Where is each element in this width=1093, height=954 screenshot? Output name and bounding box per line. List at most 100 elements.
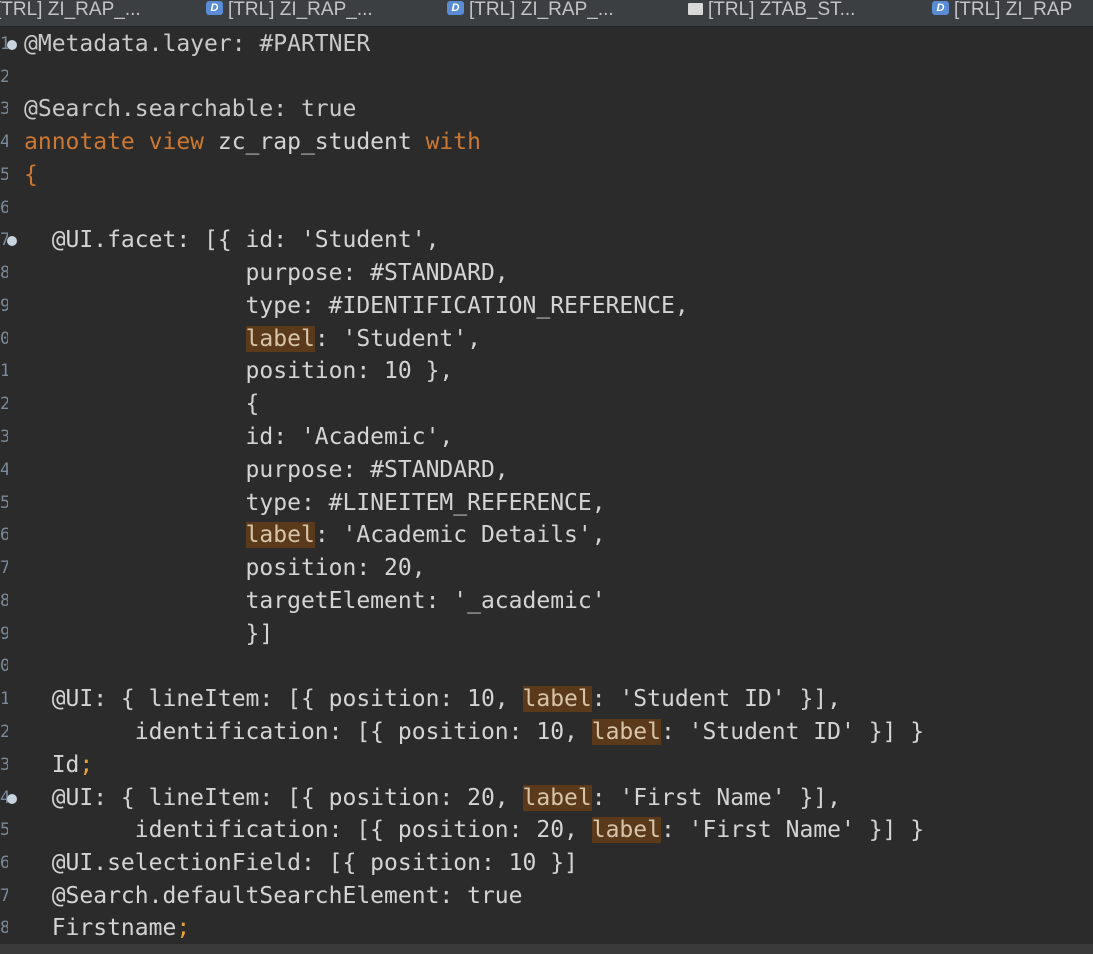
code-line: 2 { (0, 388, 1093, 421)
code-text: @Search.searchable: true (24, 96, 357, 122)
fold-marker-icon[interactable] (7, 236, 17, 246)
code-text: id: 'Academic', (24, 424, 454, 450)
code-rest: : 'Academic Details', (314, 522, 606, 548)
code-text: @UI: { lineItem: [{ position: 20, label:… (24, 782, 841, 815)
keyword: with (425, 129, 481, 155)
code-text: { (24, 391, 260, 417)
line-number: 6 (0, 525, 8, 545)
line-number: 6 (0, 198, 8, 218)
editor-tab-3[interactable]: D [TRL] ZI_RAP_... (447, 0, 614, 26)
editor-tab-1[interactable]: [TRL] ZI_RAP_... (0, 0, 141, 26)
keyword: annotate view (24, 129, 205, 155)
ddl-source-icon: D (206, 1, 223, 15)
line-number: 3 (0, 99, 8, 119)
code-segment: @UI: { lineItem: [{ position: 20, (24, 785, 523, 811)
highlighted-word: label (522, 785, 592, 811)
code-text: purpose: #STANDARD, (24, 457, 509, 483)
identifier: Id (24, 752, 80, 778)
fold-marker-icon[interactable] (7, 40, 17, 50)
code-line: 3 Id; (0, 749, 1093, 782)
code-line: 1 @UI: { lineItem: [{ position: 10, labe… (0, 683, 1093, 716)
code-rest: : 'Student ID' }], (591, 686, 841, 712)
code-text: type: #LINEITEM_REFERENCE, (24, 490, 606, 516)
code-text: Id; (24, 749, 94, 782)
tab-label: [TRL] ZI_RAP_... (0, 0, 141, 20)
line-number: 9 (0, 296, 8, 316)
code-text: label: 'Academic Details', (24, 519, 606, 552)
line-number: 5 (0, 493, 8, 513)
line-number: 7 (0, 886, 8, 906)
code-text: position: 10 }, (24, 358, 454, 384)
code-line: 9 }] (0, 618, 1093, 651)
code-line: 4 purpose: #STANDARD, (0, 454, 1093, 487)
code-text: label: 'Student', (24, 323, 481, 356)
code-line: 5 { (0, 159, 1093, 192)
code-text: @UI.selectionField: [{ position: 10 }] (24, 850, 578, 876)
code-editor[interactable]: 1 @Metadata.layer: #PARTNER 2 3 @Search.… (0, 27, 1093, 944)
code-line: 7 @Search.defaultSearchElement: true (0, 880, 1093, 913)
code-line: 0 (0, 650, 1093, 683)
code-text: purpose: #STANDARD, (24, 260, 509, 286)
code-line: 1 position: 10 }, (0, 355, 1093, 388)
editor-tab-5[interactable]: D [TRL] ZI_RAP (932, 0, 1072, 26)
table-icon (688, 3, 703, 15)
code-line: 5 identification: [{ position: 20, label… (0, 814, 1093, 847)
code-line: 6 (0, 192, 1093, 225)
line-number: 8 (0, 591, 8, 611)
highlighted-word: label (591, 719, 661, 745)
editor-tab-bar: [TRL] ZI_RAP_... D [TRL] ZI_RAP_... D [T… (0, 0, 1093, 27)
line-number: 4 (0, 132, 8, 152)
fold-marker-icon[interactable] (7, 794, 17, 804)
line-number: 3 (0, 755, 8, 775)
editor-tab-4[interactable]: [TRL] ZTAB_ST... (688, 0, 855, 26)
code-text: position: 20, (24, 555, 426, 581)
ddl-source-icon: D (447, 1, 464, 15)
horizontal-scrollbar[interactable] (0, 944, 1093, 954)
highlighted-word: label (522, 686, 592, 712)
line-number: 5 (0, 820, 8, 840)
code-line: 7 @UI.facet: [{ id: 'Student', (0, 224, 1093, 257)
code-line: 0 label: 'Student', (0, 323, 1093, 356)
highlighted-word: label (591, 817, 661, 843)
code-line: 6 label: 'Academic Details', (0, 519, 1093, 552)
line-number: 4 (0, 460, 8, 480)
code-line: 4 annotate view zc_rap_student with (0, 126, 1093, 159)
tab-label: [TRL] ZI_RAP_... (469, 0, 614, 20)
code-text: targetElement: '_academic' (24, 588, 606, 614)
highlighted-word: label (245, 522, 315, 548)
code-segment: identification: [{ position: 20, (24, 817, 592, 843)
code-line: 6 @UI.selectionField: [{ position: 10 }] (0, 847, 1093, 880)
line-number: 9 (0, 624, 8, 644)
code-text: }] (24, 621, 274, 647)
line-number: 2 (0, 394, 8, 414)
code-line: 4 @UI: { lineItem: [{ position: 20, labe… (0, 782, 1093, 815)
code-line: 3 id: 'Academic', (0, 421, 1093, 454)
code-rest: : 'First Name' }] } (660, 817, 925, 843)
tab-label: [TRL] ZTAB_ST... (708, 0, 856, 20)
line-number: 8 (0, 263, 8, 283)
code-line: 8 Firstname; (0, 912, 1093, 944)
code-segment: @UI: { lineItem: [{ position: 10, (24, 686, 523, 712)
semicolon: ; (176, 915, 191, 941)
code-text: @Search.defaultSearchElement: true (24, 883, 523, 909)
line-number: 0 (0, 656, 8, 676)
line-number: 3 (0, 427, 8, 447)
code-line: 5 type: #LINEITEM_REFERENCE, (0, 487, 1093, 520)
line-number: 5 (0, 165, 8, 185)
line-number: 8 (0, 918, 8, 938)
code-line: 1 @Metadata.layer: #PARTNER (0, 28, 1093, 61)
code-rest: : 'First Name' }], (591, 785, 841, 811)
editor-tab-2[interactable]: D [TRL] ZI_RAP_... (206, 0, 373, 26)
identifier: Firstname (24, 915, 177, 941)
line-number: 0 (0, 329, 8, 349)
tab-label: [TRL] ZI_RAP (954, 0, 1073, 20)
identifier: zc_rap_student (204, 129, 426, 155)
line-number: 1 (0, 361, 8, 381)
code-line: 8 targetElement: '_academic' (0, 585, 1093, 618)
code-text: @UI: { lineItem: [{ position: 10, label:… (24, 683, 841, 716)
code-rest: : 'Student ID' }] } (660, 719, 925, 745)
code-line: 2 (0, 61, 1093, 94)
line-number: 2 (0, 67, 8, 87)
code-segment: identification: [{ position: 10, (24, 719, 592, 745)
